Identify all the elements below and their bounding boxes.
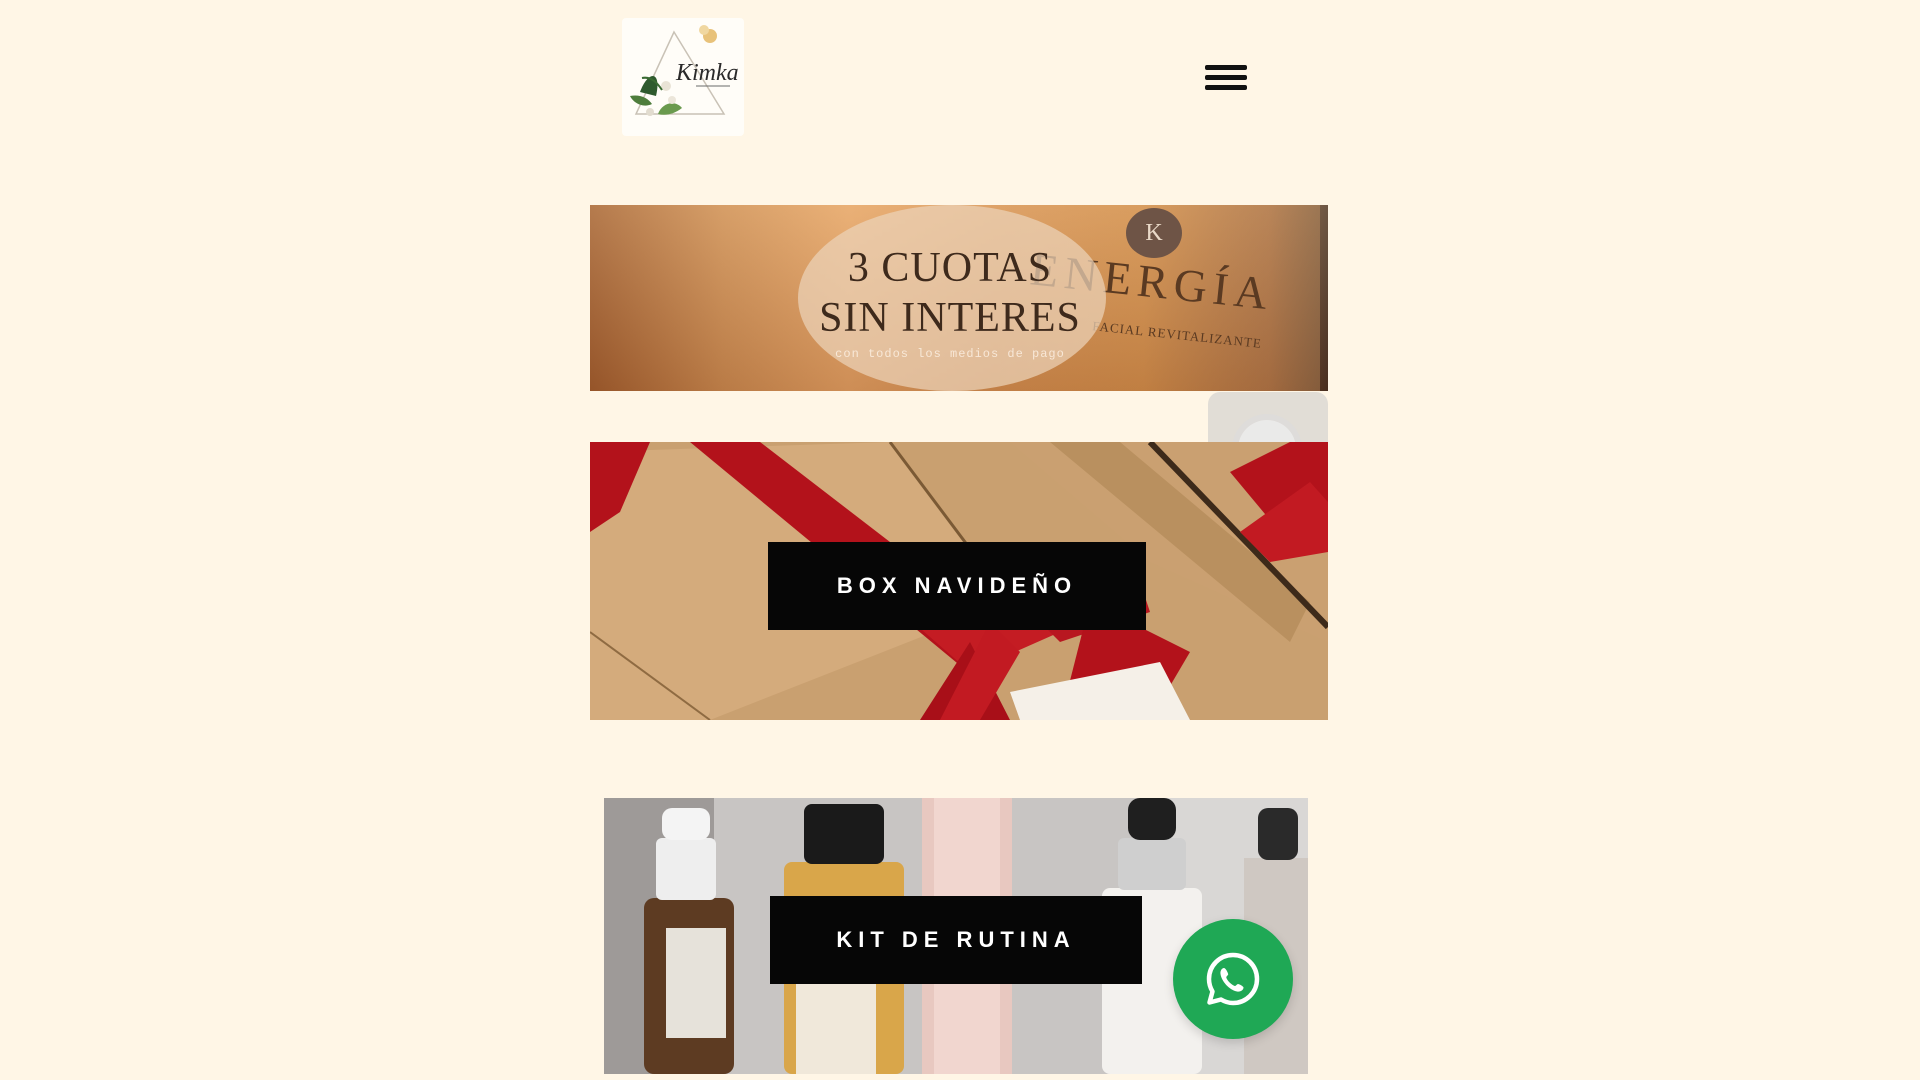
logo-text: Kimka — [675, 60, 739, 86]
promo-banner-cuotas[interactable]: ENERGÍA FACIAL REVITALIZANTE K 3 CUOTAS … — [590, 205, 1328, 391]
menu-bar — [1205, 65, 1247, 70]
promo-subline: con todos los medios de pago — [835, 347, 1065, 361]
promo-headline-line1: 3 CUOTAS — [847, 245, 1053, 291]
kit-de-rutina-button[interactable]: KIT DE RUTINA — [770, 896, 1142, 984]
hamburger-menu-icon[interactable] — [1200, 58, 1248, 98]
whatsapp-icon — [1206, 952, 1260, 1006]
card-box-navideno[interactable]: BOX NAVIDEÑO — [590, 442, 1328, 720]
box-navideno-button[interactable]: BOX NAVIDEÑO — [768, 542, 1146, 630]
menu-bar — [1205, 75, 1247, 80]
promo-headline: 3 CUOTAS SIN INTERES — [800, 243, 1100, 343]
brand-badge: K — [1126, 208, 1182, 258]
page: Kimka ENERGÍA FACIAL REVITALIZANTE K 3 C… — [0, 0, 1920, 1080]
logo-emblem: Kimka — [630, 25, 739, 116]
promo-headline-line2: SIN INTERES — [819, 295, 1081, 341]
menu-bar — [1205, 85, 1247, 90]
whatsapp-button[interactable] — [1173, 919, 1293, 1039]
site-logo[interactable]: Kimka — [622, 18, 744, 136]
